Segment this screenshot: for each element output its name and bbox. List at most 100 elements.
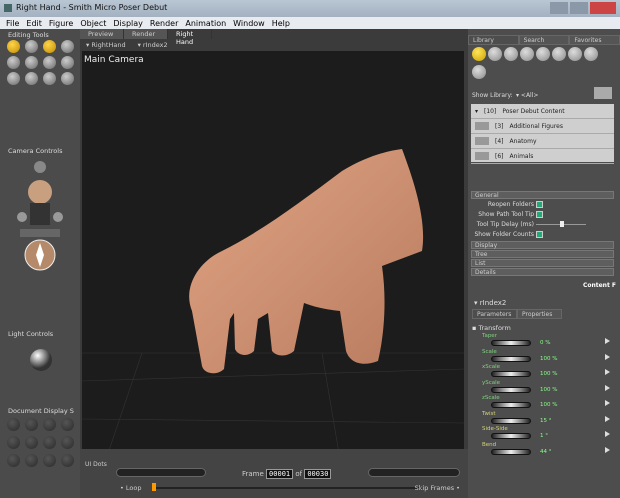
menu-animation[interactable]: Animation [185, 19, 226, 28]
menu-render[interactable]: Render [150, 19, 178, 28]
section-general[interactable]: General [471, 191, 614, 199]
slider-thumb[interactable] [560, 221, 564, 227]
grouping-tool[interactable] [7, 72, 20, 85]
option-checkbox[interactable] [536, 231, 543, 238]
style-button[interactable] [25, 418, 38, 431]
menu-file[interactable]: File [6, 19, 19, 28]
props-category[interactable] [552, 47, 566, 61]
tab-properties[interactable]: Properties [517, 309, 562, 319]
tab-render[interactable]: Render [124, 29, 168, 39]
library-select[interactable]: ▾ <All> [516, 92, 538, 99]
tab-parameters[interactable]: Parameters [472, 309, 517, 319]
total-frames-input[interactable]: 00030 [304, 469, 332, 479]
menu-edit[interactable]: Edit [26, 19, 42, 28]
param-dial[interactable] [491, 402, 531, 408]
tree-item[interactable]: [3] Additional Figures [471, 119, 614, 134]
loop-toggle[interactable]: • Loop [120, 484, 142, 492]
poses-category[interactable] [488, 47, 502, 61]
param-dial[interactable] [491, 417, 531, 424]
close-button[interactable] [590, 2, 616, 14]
param-value[interactable]: 100 % [540, 356, 557, 362]
direct-manipulation-tool[interactable] [61, 72, 74, 85]
param-value[interactable]: 100 % [540, 402, 557, 408]
style-button[interactable] [43, 436, 56, 449]
minimize-button[interactable] [550, 2, 568, 14]
tab-search[interactable]: Search [518, 35, 570, 45]
param-menu-arrow[interactable] [605, 415, 610, 422]
translate-in-out-tool[interactable] [61, 40, 74, 53]
twist-tool[interactable] [25, 40, 38, 53]
light-sphere[interactable] [30, 349, 52, 371]
chain-break-tool[interactable] [43, 56, 56, 69]
param-menu-arrow[interactable] [605, 431, 610, 437]
menu-figure[interactable]: Figure [49, 19, 73, 28]
style-button[interactable] [43, 454, 56, 467]
param-dial[interactable] [491, 340, 531, 346]
section-list[interactable]: List [471, 259, 614, 267]
style-button[interactable] [7, 418, 20, 431]
tab-library[interactable]: Library [468, 35, 519, 45]
tree-item[interactable]: [4] Anatomy [471, 134, 614, 149]
actor-menu[interactable]: ▾ rIndex2 [474, 299, 506, 307]
maximize-button[interactable] [570, 2, 588, 14]
camera-controls-widget[interactable] [14, 157, 66, 277]
param-value[interactable]: 44 ° [540, 449, 552, 455]
actor-select[interactable]: ▾ rIndex2 [138, 41, 168, 49]
morph-tool[interactable] [43, 72, 56, 85]
figure-select[interactable]: ▾ RightHand [86, 41, 126, 49]
hair-category[interactable] [520, 47, 534, 61]
param-value[interactable]: 100 % [540, 371, 557, 377]
param-value[interactable]: 1 ° [540, 433, 548, 439]
tab-favorites[interactable]: Favorites [569, 35, 620, 45]
style-button[interactable] [7, 454, 20, 467]
cameras-category[interactable] [584, 47, 598, 61]
keyframe-controls[interactable] [368, 468, 460, 477]
transform-group[interactable]: ▪ Transform [472, 324, 511, 332]
tooltip-delay-slider[interactable] [536, 221, 586, 227]
taper-tool[interactable] [25, 56, 38, 69]
style-button[interactable] [25, 454, 38, 467]
menu-window[interactable]: Window [233, 19, 265, 28]
style-button[interactable] [43, 418, 56, 431]
color-tool[interactable] [61, 56, 74, 69]
style-button[interactable] [7, 436, 20, 449]
view-magnifier-tool[interactable] [25, 72, 38, 85]
tab-preview[interactable]: Preview [80, 29, 124, 39]
style-button[interactable] [61, 436, 74, 449]
param-menu-arrow[interactable] [605, 353, 610, 360]
expressions-category[interactable] [504, 47, 518, 61]
style-button[interactable] [61, 418, 74, 431]
rotate-tool[interactable] [7, 40, 20, 53]
param-dial[interactable] [491, 371, 531, 377]
param-value[interactable]: 0 % [540, 340, 550, 346]
style-button[interactable] [25, 436, 38, 449]
option-checkbox[interactable] [536, 201, 543, 208]
timeline-slider[interactable] [152, 487, 422, 489]
param-dial[interactable] [491, 386, 531, 393]
translate-tool[interactable] [43, 40, 56, 53]
param-dial[interactable] [491, 448, 531, 455]
section-display[interactable]: Display [471, 241, 614, 249]
current-frame-input[interactable]: 00001 [266, 469, 294, 479]
figures-category[interactable] [472, 47, 486, 61]
lights-category[interactable] [568, 47, 582, 61]
param-dial[interactable] [491, 433, 531, 439]
playback-controls[interactable] [116, 468, 206, 477]
section-details[interactable]: Details [471, 268, 614, 276]
param-menu-arrow[interactable] [605, 369, 610, 375]
style-button[interactable] [61, 454, 74, 467]
menu-display[interactable]: Display [113, 19, 143, 28]
scenes-category[interactable] [472, 65, 486, 79]
section-tree[interactable]: Tree [471, 250, 614, 258]
menu-help[interactable]: Help [272, 19, 290, 28]
param-value[interactable]: 100 % [540, 387, 557, 393]
param-menu-arrow[interactable] [605, 384, 610, 391]
menu-object[interactable]: Object [80, 19, 106, 28]
add-library-button[interactable] [594, 87, 612, 99]
param-value[interactable]: 15 ° [540, 418, 552, 424]
tree-item[interactable]: ▾ [10] Poser Debut Content [471, 104, 614, 119]
param-menu-arrow[interactable] [605, 400, 610, 406]
timeline-scrubber[interactable] [152, 483, 156, 491]
tab-document[interactable]: Right Hand [168, 29, 212, 46]
param-menu-arrow[interactable] [605, 338, 610, 344]
